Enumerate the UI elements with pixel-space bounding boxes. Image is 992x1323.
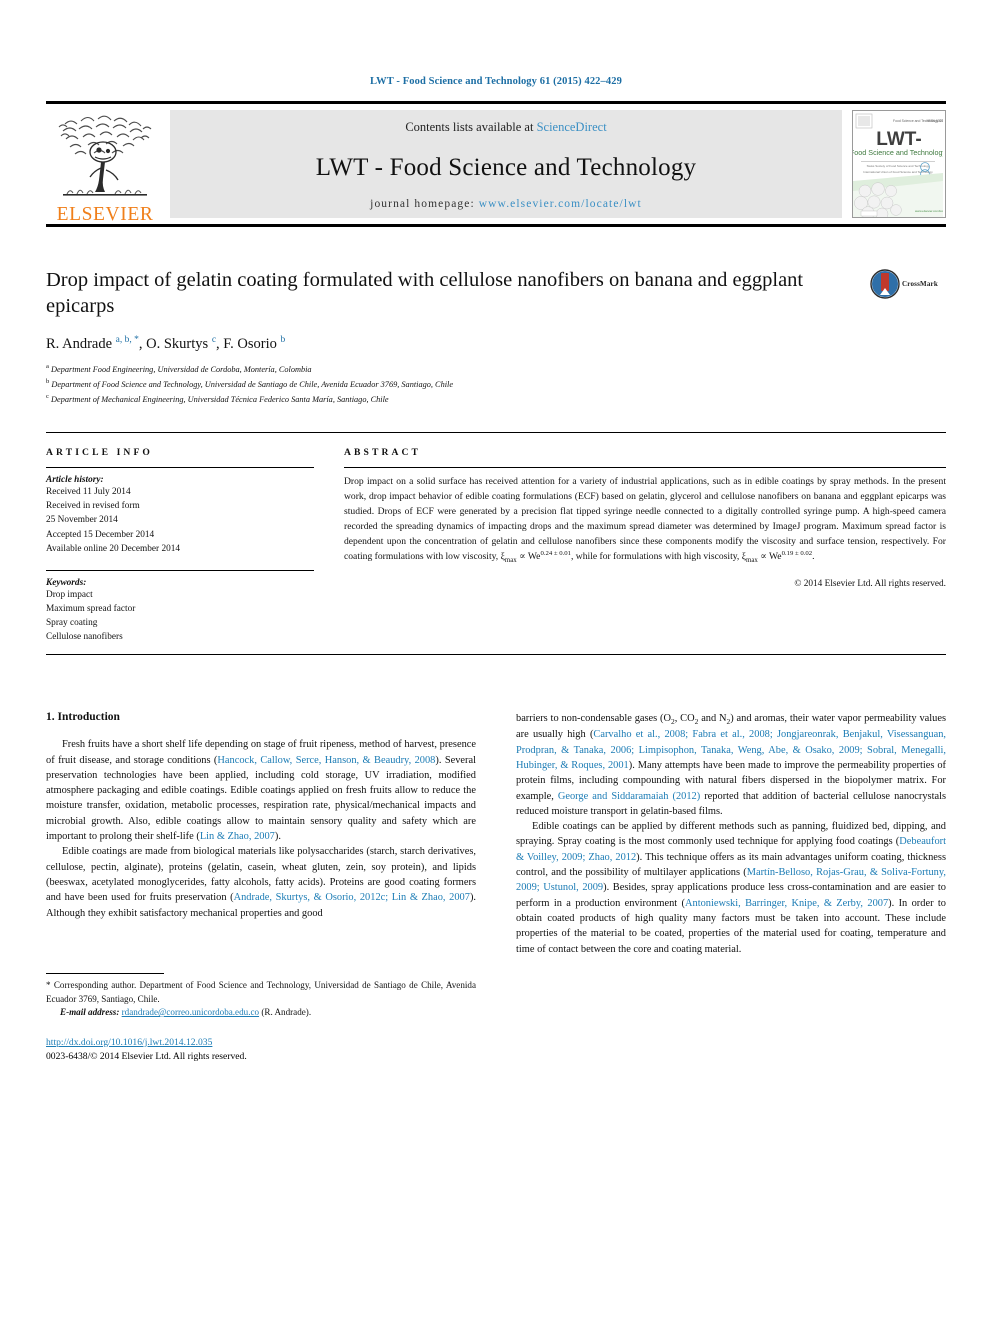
article-history-label: Article history: (46, 475, 104, 486)
paper-title: Drop impact of gelatin coating formulate… (46, 269, 804, 318)
masthead-center-panel: Contents lists available at ScienceDirec… (170, 110, 842, 218)
paragraph: Edible coatings can be applied by differ… (516, 821, 946, 955)
journal-homepage-link[interactable]: www.elsevier.com/locate/lwt (479, 198, 642, 210)
email-link[interactable]: rdandrade@correo.unicordoba.edu.co (122, 1007, 259, 1017)
affiliation-c: c Department of Mechanical Engineering, … (46, 392, 946, 407)
body-column-right: barriers to non-condensable gases (O2, C… (516, 711, 946, 1063)
history-item: 25 November 2014 (46, 515, 118, 526)
history-item: Accepted 15 December 2014 (46, 529, 155, 540)
title-block: Drop impact of gelatin coating formulate… (46, 267, 946, 406)
crossmark-badge[interactable]: CrossMark (862, 269, 946, 299)
affiliation-b: b Department of Food Science and Technol… (46, 377, 946, 392)
article-body: 1. Introduction Fresh fruits have a shor… (46, 711, 946, 1063)
cover-artwork: Food Science and Technology 000 ISSN 002… (853, 111, 945, 217)
sciencedirect-link[interactable]: ScienceDirect (537, 120, 607, 134)
article-info-rule (46, 467, 314, 469)
keyword-item: Spray coating (46, 618, 98, 629)
corresponding-author-note: * Corresponding author. Department of Fo… (46, 979, 476, 1004)
doi-link[interactable]: http://dx.doi.org/10.1016/j.lwt.2014.12.… (46, 1037, 212, 1048)
svg-text:LWT-: LWT- (876, 129, 921, 150)
crossmark-label: CrossMark (902, 280, 938, 288)
abstract-rule (344, 467, 946, 469)
contents-prefix: Contents lists available at (405, 120, 537, 134)
section-title-introduction: 1. Introduction (46, 711, 120, 724)
issn-copyright-line: 0023-6438/© 2014 Elsevier Ltd. All right… (46, 1050, 247, 1062)
abstract-heading: ABSTRACT (344, 447, 422, 459)
keyword-item: Cellulose nanofibers (46, 632, 123, 643)
svg-text:ISSN 0023-6438: ISSN 0023-6438 (927, 119, 943, 123)
author-list: R. Andrade a, b, *, O. Skurtys c, F. Oso… (46, 335, 946, 353)
keywords-rule (46, 569, 314, 571)
paragraph: barriers to non-condensable gases (O2, C… (516, 713, 947, 817)
affiliation-text-b: Department of Food Science and Technolog… (51, 379, 454, 389)
email-label: E-mail address: (60, 1007, 120, 1018)
abstract-column: ABSTRACT Drop impact on a solid surface … (334, 447, 946, 644)
journal-article-page: LWT - Food Science and Technology 61 (20… (0, 0, 992, 1323)
journal-masthead: ELSEVIER Contents lists available at Sci… (46, 104, 946, 224)
footnote-block: * Corresponding author. Department of Fo… (46, 972, 476, 1064)
authors-text: R. Andrade a, b, *, O. Skurtys c, F. Oso… (46, 335, 286, 353)
homepage-prefix: journal homepage: (370, 198, 479, 210)
doi-block: http://dx.doi.org/10.1016/j.lwt.2014.12.… (46, 1036, 476, 1064)
running-head: LWT - Food Science and Technology 61 (20… (370, 76, 622, 87)
elsevier-wordmark: ELSEVIER (56, 203, 154, 225)
abstract-copyright: © 2014 Elsevier Ltd. All rights reserved… (794, 579, 946, 590)
article-history-list: Received 11 July 2014 Received in revise… (46, 485, 314, 556)
affiliation-marker-b: b (46, 377, 50, 385)
history-item: Received in revised form (46, 501, 140, 512)
paragraph: Fresh fruits have a short shelf life dep… (46, 739, 476, 843)
svg-text:Food Science and Technology: Food Science and Technology (853, 148, 943, 157)
affiliation-list: a Department Food Engineering, Universid… (46, 362, 946, 406)
history-item: Received 11 July 2014 (46, 487, 131, 498)
keywords-list: Drop impact Maximum spread factor Spray … (46, 588, 314, 645)
journal-cover-thumbnail: Food Science and Technology 000 ISSN 002… (852, 110, 946, 218)
elsevier-logo: ELSEVIER (46, 104, 164, 224)
article-info-heading: ARTICLE INFO (46, 447, 153, 459)
crossmark-icon (870, 269, 900, 299)
svg-text:www.elsevier.com/locate/lwt: www.elsevier.com/locate/lwt (915, 209, 943, 213)
footnote-rule (46, 972, 164, 974)
abstract-text: Drop impact on a solid surface has recei… (344, 476, 946, 565)
affiliation-marker-a: a (46, 363, 49, 371)
elsevier-tree-icon (58, 115, 152, 196)
affiliation-marker-c: c (46, 392, 49, 400)
body-column-left: 1. Introduction Fresh fruits have a shor… (46, 711, 476, 1063)
keyword-item: Maximum spread factor (46, 603, 136, 614)
contents-available-line: Contents lists available at ScienceDirec… (405, 120, 606, 135)
info-abstract-panel: ARTICLE INFO Article history: Received 1… (46, 432, 946, 656)
journal-homepage-line: journal homepage: www.elsevier.com/locat… (370, 198, 642, 210)
history-item: Available online 20 December 2014 (46, 543, 181, 554)
journal-title: LWT - Food Science and Technology (315, 153, 697, 181)
affiliation-text-a: Department Food Engineering, Universidad… (51, 365, 312, 375)
keywords-label: Keywords: (46, 577, 87, 588)
email-owner: (R. Andrade). (261, 1007, 312, 1018)
affiliation-text-c: Department of Mechanical Engineering, Un… (51, 394, 389, 404)
masthead-bottom-rule (46, 224, 946, 227)
keyword-item: Drop impact (46, 589, 93, 600)
article-info-column: ARTICLE INFO Article history: Received 1… (46, 447, 334, 644)
paragraph: Edible coatings are made from biological… (46, 846, 476, 919)
email-note: E-mail address: rdandrade@correo.unicord… (46, 1006, 476, 1020)
affiliation-a: a Department Food Engineering, Universid… (46, 362, 946, 377)
